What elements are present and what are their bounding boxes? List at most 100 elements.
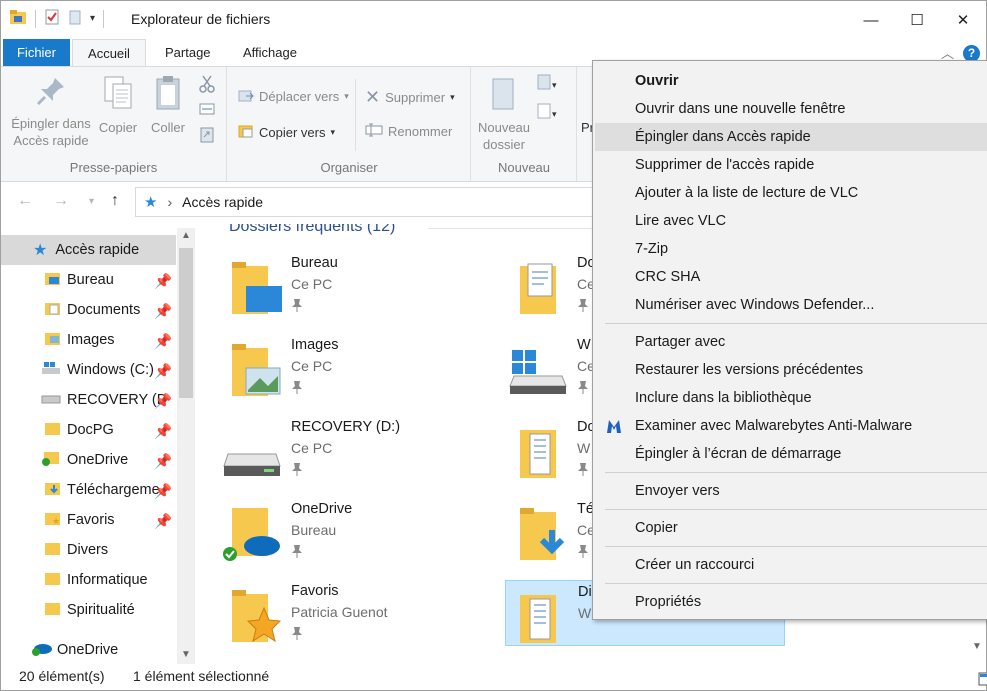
sidebar-item-favoris[interactable]: ★ Favoris 📌 xyxy=(1,505,176,535)
sidebar-item-documents[interactable]: Documents 📌 xyxy=(1,295,176,325)
menu-item-create-shortcut[interactable]: Créer un raccourci xyxy=(595,551,987,579)
tile-location: Ce PC xyxy=(291,276,333,292)
sidebar-item-onedrive-pinned[interactable]: OneDrive 📌 xyxy=(1,445,176,475)
tile-location: W xyxy=(578,605,592,621)
menu-item-pin-quick-access[interactable]: Épingler dans Accès rapide xyxy=(595,123,987,151)
sidebar-scrollbar[interactable]: ▲ ▼ xyxy=(177,228,195,664)
new-folder-button[interactable]: Nouveau dossier xyxy=(474,75,534,153)
paste-shortcut-icon[interactable] xyxy=(199,125,215,146)
maximize-button[interactable]: ☐ xyxy=(894,1,940,39)
rename-button[interactable]: Renommer xyxy=(365,123,452,140)
new-folder-qat-icon[interactable] xyxy=(68,9,82,28)
pin-icon[interactable]: 📌 xyxy=(154,423,172,440)
menu-item-crc-sha[interactable]: CRC SHA xyxy=(595,263,987,291)
recent-locations-chevron-icon[interactable]: ▾ xyxy=(89,196,94,207)
menu-item-share-with[interactable]: Partager avec xyxy=(595,328,987,356)
menu-item-include-library[interactable]: Inclure dans la bibliothèque xyxy=(595,384,987,412)
copy-to-button[interactable]: Copier vers ▾ xyxy=(238,123,335,142)
move-to-button[interactable]: Déplacer vers ▾ xyxy=(238,87,349,106)
pin-icon[interactable] xyxy=(291,626,303,643)
menu-separator xyxy=(605,472,987,473)
menu-item-7zip[interactable]: 7-Zip xyxy=(595,235,987,263)
menu-item-malwarebytes[interactable]: Examiner avec Malwarebytes Anti-Malware xyxy=(595,412,987,440)
customize-qat-chevron-icon[interactable]: ▾ xyxy=(90,13,95,24)
explorer-window: ▾ Explorateur de fichiers — ☐ ✕ Fichier … xyxy=(0,0,987,691)
sidebar-item-acces-rapide[interactable]: ★ Accès rapide xyxy=(1,235,176,265)
tile-recovery-d[interactable]: RECOVERY (D:) Ce PC xyxy=(198,416,478,482)
close-button[interactable]: ✕ xyxy=(940,1,986,39)
sidebar-item-divers[interactable]: Divers xyxy=(1,535,176,565)
pin-icon[interactable] xyxy=(291,298,303,315)
frequent-folders-header[interactable]: Dossiers fréquents (12) xyxy=(229,224,395,236)
menu-item-ouvrir[interactable]: Ouvrir xyxy=(595,67,987,95)
menu-item-scan-defender[interactable]: Numériser avec Windows Defender... xyxy=(595,291,987,319)
pin-icon[interactable] xyxy=(291,380,303,397)
menu-item-add-vlc-playlist[interactable]: Ajouter à la liste de lecture de VLC xyxy=(595,179,987,207)
sidebar-item-docpg[interactable]: DocPG 📌 xyxy=(1,415,176,445)
sidebar-item-label: Windows (C:) xyxy=(67,362,155,378)
menu-item-play-vlc[interactable]: Lire avec VLC xyxy=(595,207,987,235)
pin-icon[interactable]: 📌 xyxy=(154,363,172,380)
scroll-up-arrow-icon[interactable]: ▲ xyxy=(177,230,195,241)
scroll-down-arrow-icon[interactable]: ▼ xyxy=(968,641,986,652)
pin-icon[interactable]: 📌 xyxy=(154,453,172,470)
cut-icon[interactable] xyxy=(199,75,215,96)
large-icons-view-icon[interactable] xyxy=(978,672,987,689)
menu-item-copy[interactable]: Copier xyxy=(595,514,987,542)
tab-fichier[interactable]: Fichier xyxy=(3,39,70,67)
copy-to-label: Copier vers xyxy=(259,125,326,140)
pin-icon[interactable] xyxy=(577,462,589,479)
back-arrow-icon[interactable]: ← xyxy=(17,192,33,210)
sidebar-item-bureau[interactable]: Bureau 📌 xyxy=(1,265,176,295)
pin-icon[interactable]: 📌 xyxy=(154,273,172,290)
tile-images[interactable]: Images Ce PC xyxy=(198,334,478,400)
menu-item-send-to[interactable]: Envoyer vers xyxy=(595,477,987,505)
tab-partage[interactable]: Partage xyxy=(151,39,225,67)
sidebar-item-windows-c[interactable]: Windows (C:) 📌 xyxy=(1,355,176,385)
properties-icon[interactable] xyxy=(44,9,60,28)
menu-item-remove-quick-access[interactable]: Supprimer de l'accès rapide xyxy=(595,151,987,179)
pin-icon[interactable]: 📌 xyxy=(154,513,172,530)
menu-item-pin-start[interactable]: Épingler à l’écran de démarrage xyxy=(595,440,987,468)
forward-arrow-icon[interactable]: → xyxy=(53,192,69,210)
delete-button[interactable]: ✕ Supprimer ▾ xyxy=(365,87,455,108)
sidebar-item-spiritualite[interactable]: Spiritualité xyxy=(1,595,176,625)
tab-affichage[interactable]: Affichage xyxy=(229,39,311,67)
pin-icon[interactable]: 📌 xyxy=(154,393,172,410)
pin-icon[interactable] xyxy=(577,298,589,315)
copy-button[interactable]: Copier xyxy=(95,75,141,136)
tile-onedrive[interactable]: OneDrive Bureau xyxy=(198,498,478,564)
pin-icon[interactable]: 📌 xyxy=(154,303,172,320)
menu-item-open-new-window[interactable]: Ouvrir dans une nouvelle fenêtre xyxy=(595,95,987,123)
pin-icon[interactable] xyxy=(291,462,303,479)
pin-icon[interactable] xyxy=(577,544,589,561)
paste-button[interactable]: Coller xyxy=(145,75,191,136)
sidebar-item-recovery-d[interactable]: RECOVERY (D 📌 xyxy=(1,385,176,415)
sidebar-item-telechargements[interactable]: Téléchargeme 📌 xyxy=(1,475,176,505)
svg-text:▾: ▾ xyxy=(552,109,557,119)
sidebar-item-informatique[interactable]: Informatique xyxy=(1,565,176,595)
minimize-button[interactable]: — xyxy=(848,1,894,39)
tab-accueil[interactable]: Accueil xyxy=(72,39,146,67)
new-item-icon[interactable]: ▾ xyxy=(536,73,558,94)
pin-icon[interactable] xyxy=(291,544,303,561)
address-bar[interactable]: ★ › Accès rapide xyxy=(135,187,595,217)
sidebar-item-onedrive[interactable]: OneDrive xyxy=(1,635,176,664)
tile-bureau[interactable]: Bureau Ce PC xyxy=(198,252,478,318)
easy-access-icon[interactable]: ▾ xyxy=(536,102,558,123)
sidebar-scroll-thumb[interactable] xyxy=(179,248,193,398)
pin-icon[interactable]: 📌 xyxy=(154,483,172,500)
copy-path-icon[interactable] xyxy=(199,102,215,119)
scroll-down-arrow-icon[interactable]: ▼ xyxy=(177,649,195,660)
sidebar-item-images[interactable]: Images 📌 xyxy=(1,325,176,355)
menu-item-restore-versions[interactable]: Restaurer les versions précédentes xyxy=(595,356,987,384)
title-bar: ▾ Explorateur de fichiers — ☐ ✕ xyxy=(1,1,986,39)
menu-item-properties[interactable]: Propriétés xyxy=(595,588,987,616)
tile-favoris[interactable]: Favoris Patricia Guenot xyxy=(198,580,478,646)
new-group: Nouveau dossier ▾ ▾ Nouveau xyxy=(472,67,577,181)
status-bar: 20 élément(s) 1 élément sélectionné xyxy=(1,664,987,690)
pin-quick-access-button[interactable]: Épingler dans Accès rapide xyxy=(9,75,93,149)
pin-icon[interactable]: 📌 xyxy=(154,333,172,350)
pin-icon[interactable] xyxy=(577,380,589,397)
up-arrow-icon[interactable]: ↑ xyxy=(111,192,119,210)
